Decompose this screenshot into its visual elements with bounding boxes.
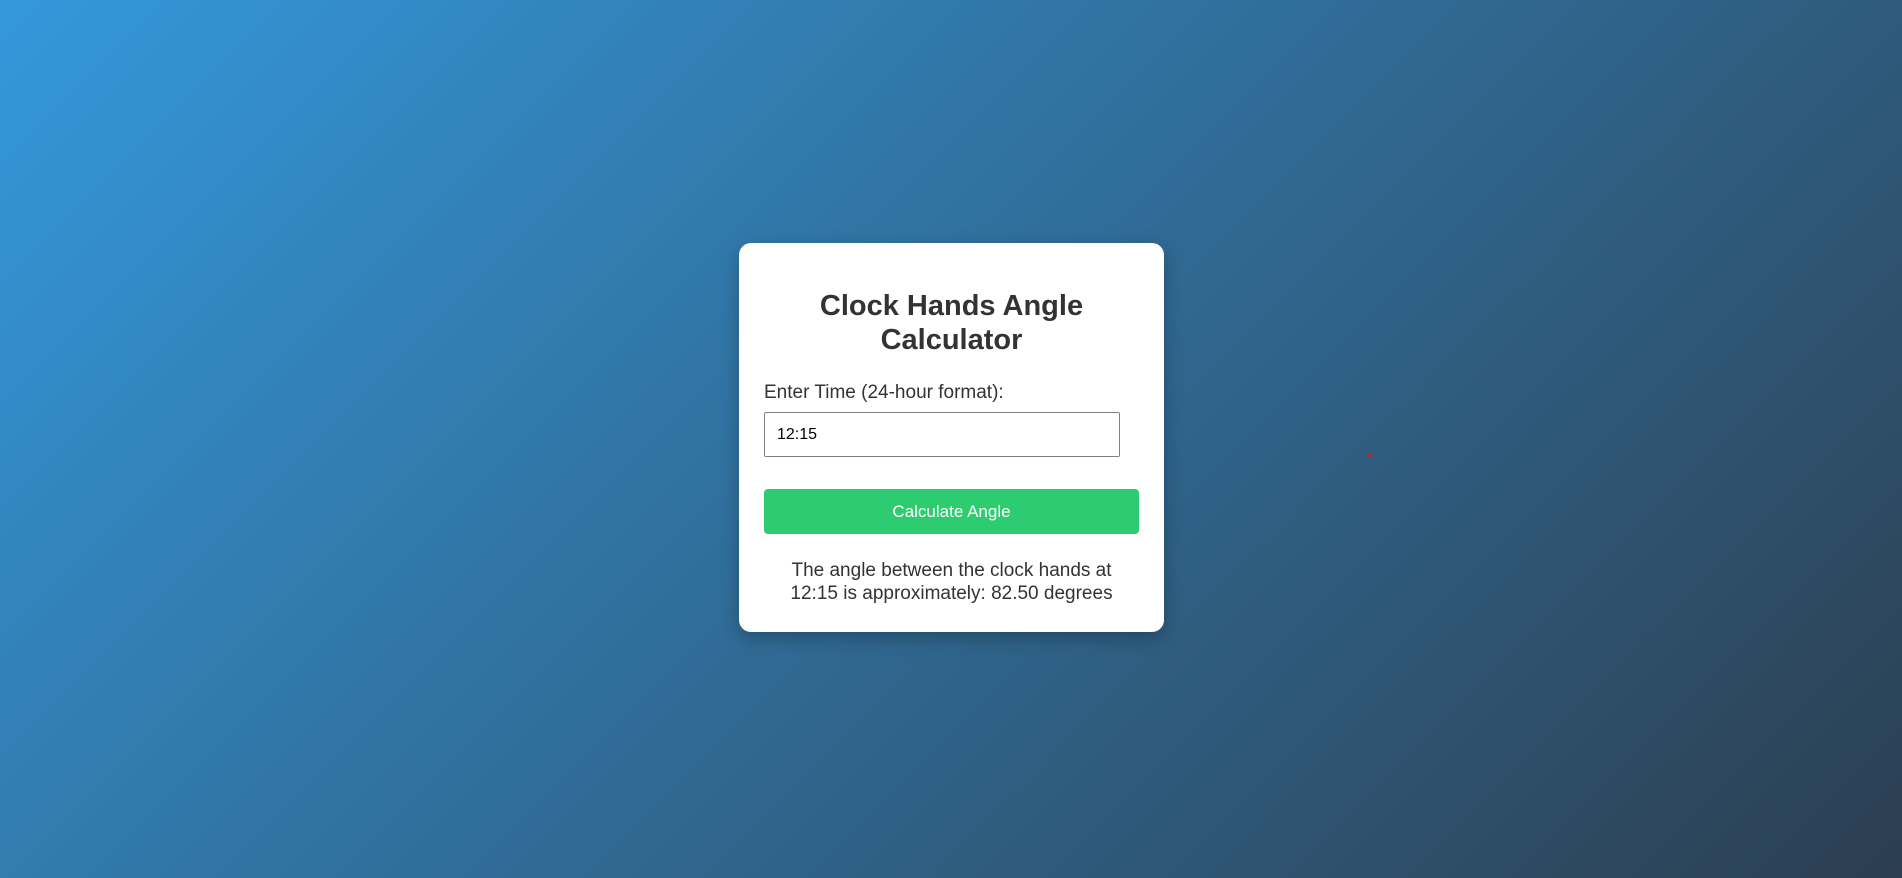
time-input[interactable] <box>764 412 1120 457</box>
page-title: Clock Hands Angle Calculator <box>819 290 1084 356</box>
cursor-dot-icon <box>1368 453 1372 457</box>
calculate-angle-button[interactable]: Calculate Angle <box>764 489 1139 534</box>
calculator-card: Clock Hands Angle Calculator Enter Time … <box>739 243 1164 632</box>
time-input-label: Enter Time (24-hour format): <box>764 382 1004 403</box>
result-text: The angle between the clock hands at 12:… <box>790 560 1113 604</box>
